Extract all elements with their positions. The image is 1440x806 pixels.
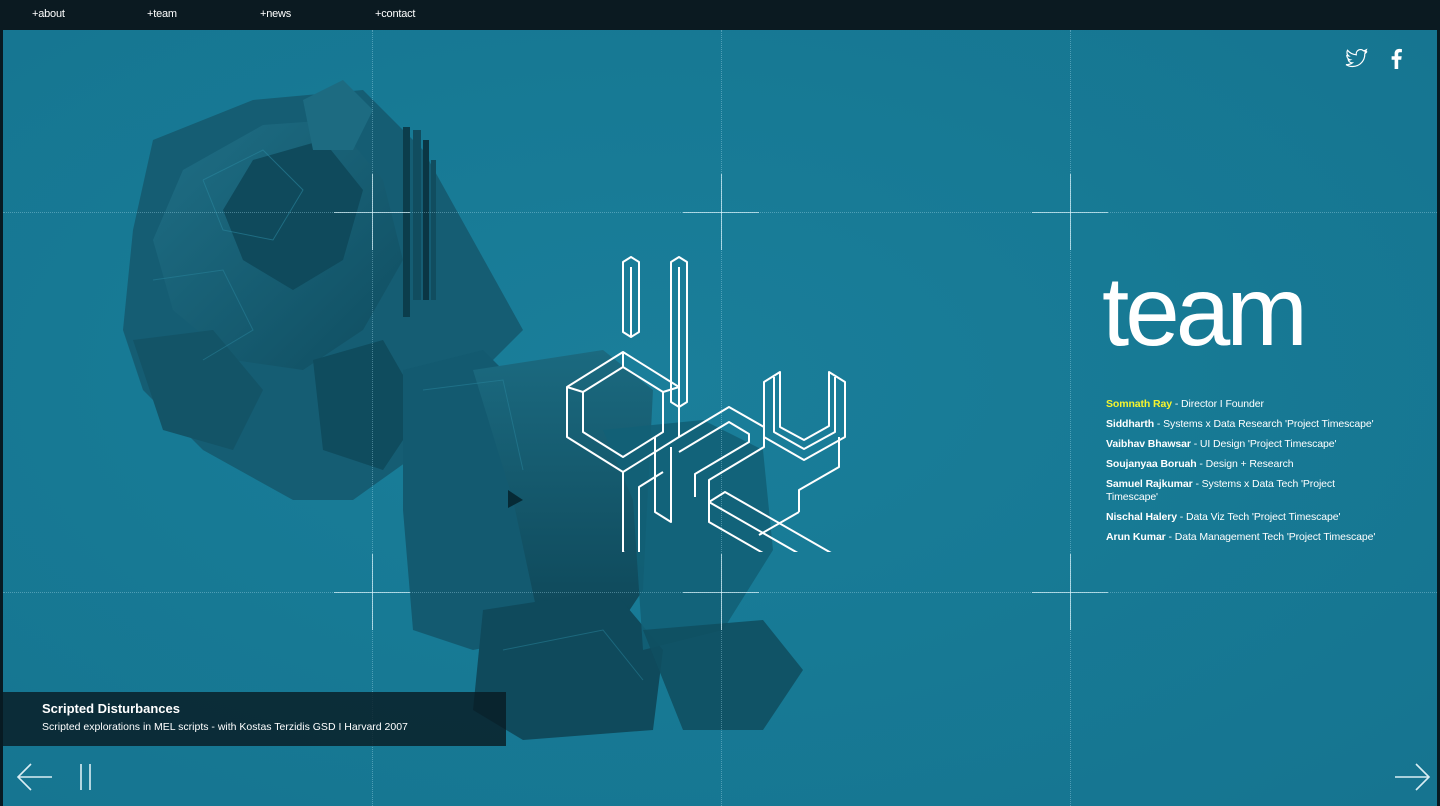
slide-caption: Scripted Disturbances Scripted explorati…: [3, 692, 506, 746]
member-role: - Data Viz Tech 'Project Timescape': [1176, 511, 1341, 523]
top-navigation: +about +team +news +contact: [0, 0, 1440, 30]
crosshair-marker: [683, 174, 759, 250]
member-role: - Systems x Data Research 'Project Times…: [1154, 418, 1374, 430]
slideshow-stage: team Somnath Ray - Director I Founder Si…: [3, 30, 1437, 806]
team-heading: team: [1102, 256, 1308, 366]
member-role: - Director I Founder: [1172, 398, 1264, 410]
arrow-right-icon[interactable]: [1392, 762, 1432, 792]
member-name[interactable]: Arun Kumar: [1106, 531, 1166, 543]
twitter-icon[interactable]: [1345, 48, 1369, 70]
crosshair-marker: [334, 554, 410, 630]
crosshair-marker: [1032, 174, 1108, 250]
nav-about-link[interactable]: +about: [32, 8, 65, 20]
member-role: - Data Management Tech 'Project Timescap…: [1165, 531, 1376, 543]
ray-monogram-logo-icon: [566, 256, 846, 552]
nav-news-link[interactable]: +news: [260, 8, 291, 20]
list-item: Siddharth - Systems x Data Research 'Pro…: [1106, 418, 1376, 431]
nav-contact-link[interactable]: +contact: [375, 8, 415, 20]
list-item: Somnath Ray - Director I Founder: [1106, 398, 1376, 411]
crosshair-marker: [334, 174, 410, 250]
member-name[interactable]: Siddharth: [1106, 418, 1154, 430]
pause-icon[interactable]: [77, 762, 97, 792]
nav-team-link[interactable]: +team: [147, 8, 177, 20]
caption-title: Scripted Disturbances: [42, 701, 180, 716]
member-name[interactable]: Somnath Ray: [1106, 398, 1172, 410]
team-member-list: Somnath Ray - Director I Founder Siddhar…: [1106, 398, 1376, 551]
list-item: Vaibhav Bhawsar - UI Design 'Project Tim…: [1106, 438, 1376, 451]
member-name[interactable]: Vaibhav Bhawsar: [1106, 438, 1191, 450]
list-item: Arun Kumar - Data Management Tech 'Proje…: [1106, 531, 1376, 544]
member-name[interactable]: Samuel Rajkumar: [1106, 478, 1193, 490]
crosshair-marker: [1032, 554, 1108, 630]
list-item: Samuel Rajkumar - Systems x Data Tech 'P…: [1106, 478, 1376, 504]
crosshair-marker: [683, 554, 759, 630]
member-role: - Design + Research: [1196, 458, 1294, 470]
list-item: Nischal Halery - Data Viz Tech 'Project …: [1106, 511, 1376, 524]
caption-subtitle: Scripted explorations in MEL scripts - w…: [42, 721, 408, 733]
member-name[interactable]: Nischal Halery: [1106, 511, 1177, 523]
member-name[interactable]: Soujanyaa Boruah: [1106, 458, 1197, 470]
list-item: Soujanyaa Boruah - Design + Research: [1106, 458, 1376, 471]
page: +about +team +news +contact team Somnath…: [0, 0, 1440, 806]
facebook-icon[interactable]: [1389, 48, 1403, 70]
grid-line: [1070, 30, 1071, 806]
grid-line: [372, 30, 373, 806]
arrow-left-icon[interactable]: [15, 762, 55, 792]
member-role: - UI Design 'Project Timescape': [1190, 438, 1337, 450]
